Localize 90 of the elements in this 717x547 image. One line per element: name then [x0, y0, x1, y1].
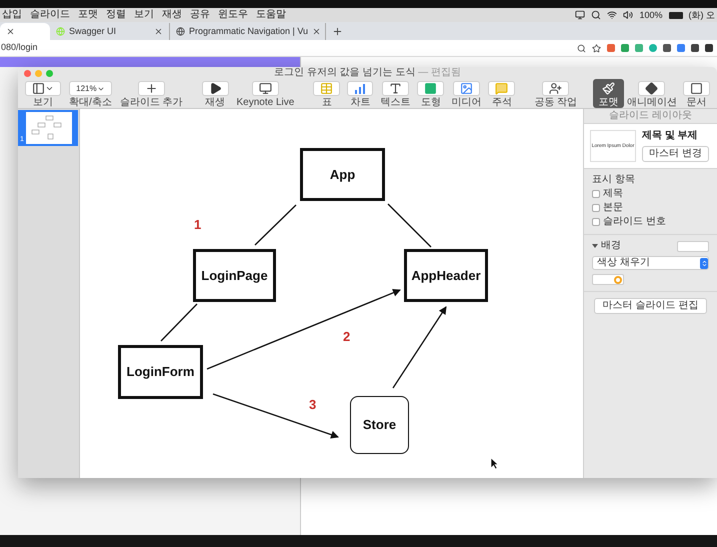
menu-item[interactable]: 슬라이드	[30, 9, 70, 21]
toolbar-button[interactable]: 포맷	[592, 79, 624, 108]
screen-icon[interactable]	[575, 10, 586, 20]
toolbar-button[interactable]: 보기	[22, 79, 64, 108]
window-title: 로그인 유저의 값을 넘기는 도식 — 편집됨	[274, 67, 461, 79]
chart-icon	[354, 82, 366, 94]
globe-icon	[176, 27, 185, 36]
step-number: 3	[309, 396, 316, 414]
star-icon[interactable]	[592, 44, 601, 52]
toolbar-button[interactable]: 텍스트	[377, 79, 414, 108]
document-icon	[690, 82, 703, 95]
search-icon[interactable]	[591, 10, 602, 20]
disclosure-triangle-icon	[592, 243, 598, 249]
zoom-icon[interactable]	[577, 44, 586, 52]
toolbar-button[interactable]: 도형	[414, 79, 448, 108]
monitor-icon	[258, 82, 272, 95]
text-icon	[388, 82, 402, 95]
connector-line	[160, 304, 198, 342]
toolbar-button[interactable]: 슬라이드 추가	[116, 79, 186, 108]
comment-icon	[495, 82, 508, 95]
step-number: 1	[194, 216, 202, 234]
section-title: 표시 항목	[592, 174, 636, 186]
volume-icon[interactable]	[623, 10, 634, 20]
zoom-value: 121%	[76, 82, 97, 94]
menu-item[interactable]: 공유	[190, 9, 210, 21]
table-icon	[320, 82, 334, 95]
close-icon[interactable]	[6, 27, 15, 36]
change-master-button[interactable]: 마스터 변경	[642, 146, 709, 162]
checkbox-label: 제목	[603, 188, 623, 200]
edit-master-slide-button[interactable]: 마스터 슬라이드 편집	[594, 298, 708, 314]
menu-item[interactable]: 보기	[134, 9, 154, 21]
toolbar-button[interactable]: 애니메이션	[624, 79, 680, 108]
close-icon[interactable]	[312, 27, 322, 36]
fill-type-dropdown[interactable]: 색상 채우기	[592, 256, 709, 270]
image-icon	[460, 82, 473, 95]
tab-title: Swagger UI	[69, 24, 116, 38]
diagram-node: LoginForm	[118, 345, 203, 399]
diamond-icon	[645, 82, 658, 95]
toolbar-button[interactable]: 주석	[485, 79, 518, 108]
checkbox[interactable]	[592, 204, 600, 212]
step-number: 2	[343, 328, 350, 346]
toolbar-button[interactable]: 재생	[198, 79, 232, 108]
toolbar-button[interactable]: Keynote Live	[234, 79, 298, 108]
toolbar-button[interactable]: 차트	[344, 79, 376, 108]
address-field[interactable]: 080/login	[1, 41, 38, 55]
connector-line	[388, 204, 432, 248]
slide-preview-drawing	[26, 112, 72, 144]
close-icon[interactable]	[154, 27, 163, 36]
square-icon	[424, 82, 438, 95]
color-wheel-icon	[614, 276, 622, 284]
toolbar-button[interactable]: 표	[310, 79, 344, 108]
wifi-icon[interactable]	[607, 10, 618, 20]
sidebar-icon	[32, 82, 45, 95]
play-icon	[208, 82, 222, 95]
menu-item[interactable]: 윈도우	[218, 9, 248, 21]
background-section-toggle[interactable]: 배경	[592, 240, 621, 252]
person-plus-icon	[549, 82, 562, 95]
layout-name: 제목 및 부제	[642, 130, 698, 142]
toolbar-button[interactable]: 미디어	[448, 79, 484, 108]
battery-percent: 100%	[639, 9, 662, 21]
color-swatch[interactable]	[677, 240, 709, 252]
connector-line	[254, 204, 296, 246]
diagram-node: Store	[350, 396, 409, 454]
mouse-pointer-icon	[490, 457, 499, 470]
toolbar-button[interactable]: 공동 작업	[531, 79, 580, 108]
tab-title: Programmatic Navigation | Vu	[189, 24, 308, 38]
battery-icon[interactable]	[668, 12, 682, 18]
checkbox-label: 본문	[603, 202, 623, 214]
menu-item[interactable]: 도움말	[256, 9, 286, 21]
paintbrush-icon	[602, 82, 615, 95]
menu-item[interactable]: 정렬	[106, 9, 126, 21]
plus-icon	[144, 82, 158, 95]
toolbar-button[interactable]: 121% 확대/축소	[66, 79, 115, 108]
menu-item[interactable]: 포맷	[78, 9, 98, 21]
color-well[interactable]	[592, 274, 624, 285]
diagram-node: App	[300, 148, 385, 201]
close-window-button[interactable]	[24, 70, 31, 77]
checkbox-label: 슬라이드 번호	[603, 216, 666, 228]
new-tab-icon[interactable]	[332, 26, 343, 37]
toolbar-button[interactable]: 문서	[680, 79, 713, 108]
clock[interactable]: (화) 오	[688, 9, 715, 21]
caret-icon	[45, 84, 54, 93]
menu-item[interactable]: 재생	[162, 9, 182, 21]
checkbox[interactable]	[592, 218, 600, 226]
globe-icon	[56, 27, 65, 36]
chevron-up-down-icon	[700, 260, 708, 266]
checkbox[interactable]	[592, 190, 600, 198]
menu-item[interactable]: 삽입	[2, 9, 22, 21]
diagram-node: AppHeader	[404, 249, 488, 302]
diagram-node: LoginPage	[193, 249, 276, 302]
